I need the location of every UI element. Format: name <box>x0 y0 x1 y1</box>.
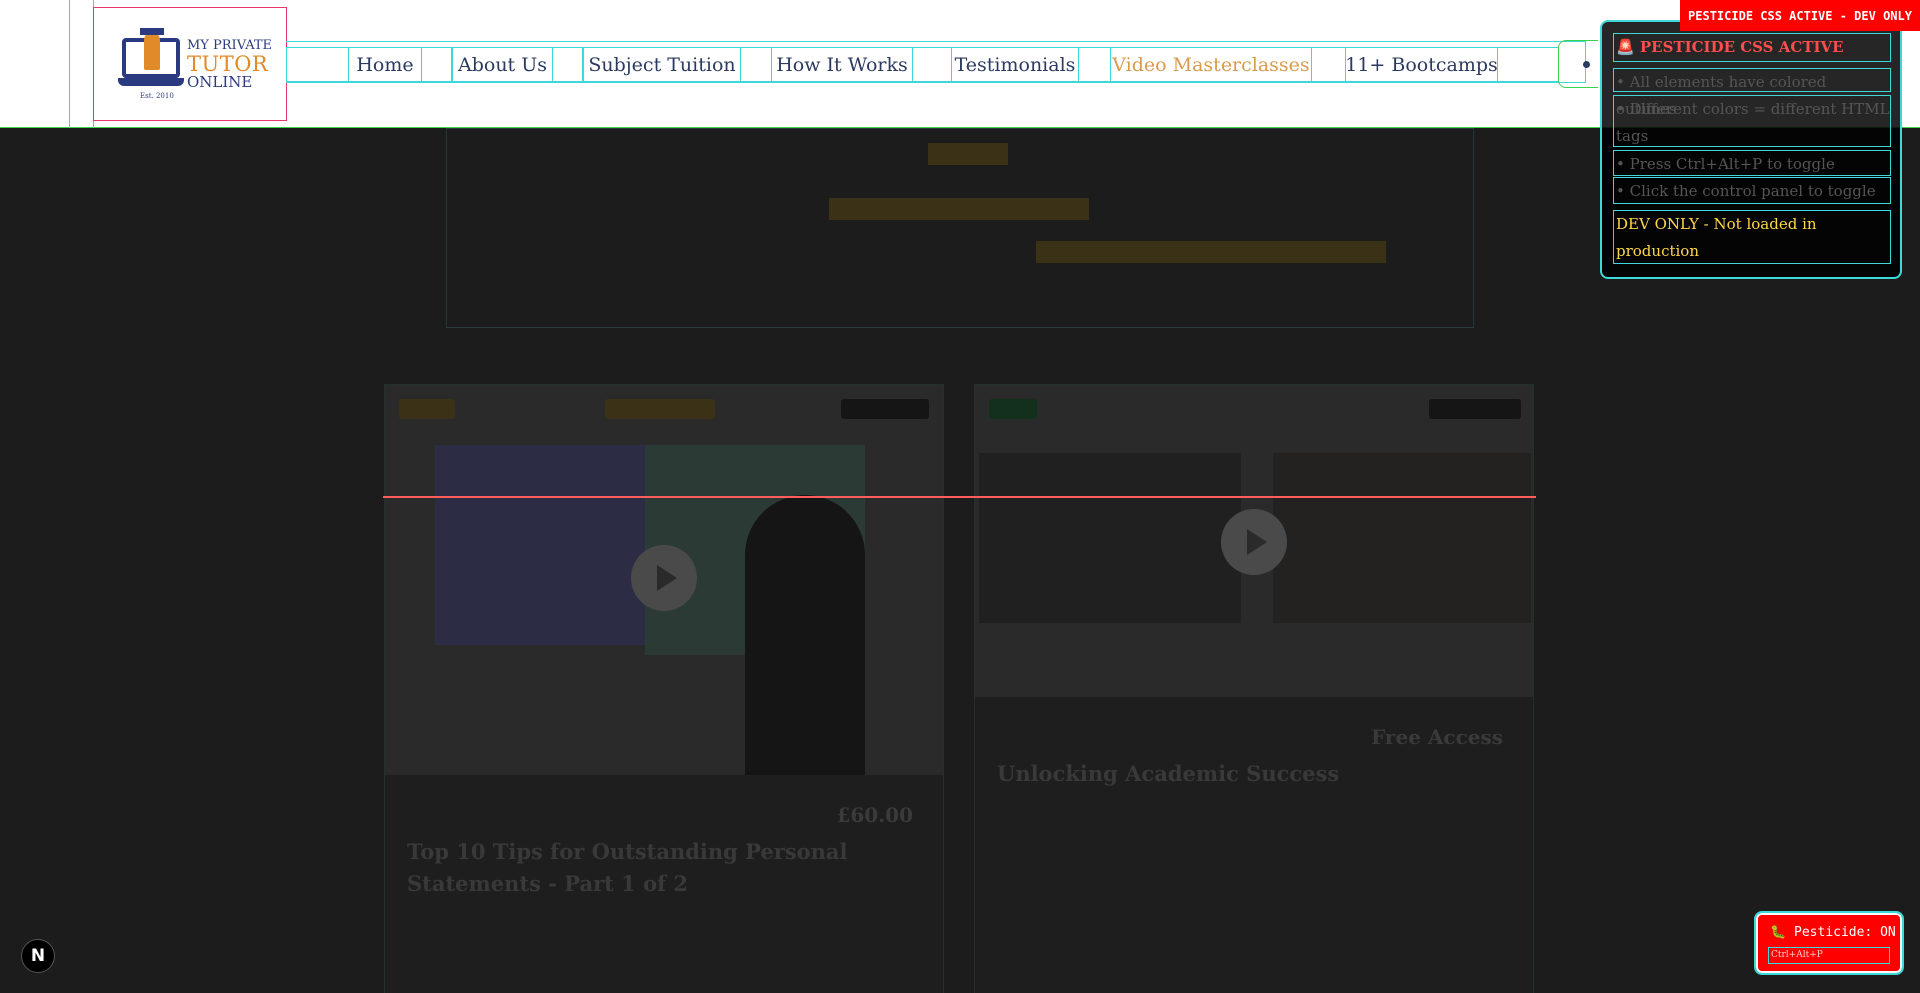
intro-section <box>446 128 1474 328</box>
nav-how-it-works[interactable]: How It Works <box>771 47 913 82</box>
nav-spacer <box>1078 47 1111 82</box>
login-button[interactable] <box>1558 40 1598 88</box>
nextjs-dev-badge[interactable]: N <box>21 939 55 973</box>
nav-home[interactable]: Home <box>348 47 422 82</box>
highlight <box>928 143 1009 165</box>
debug-outline <box>69 0 70 128</box>
logo-text-line3: ONLINE <box>187 73 253 91</box>
category-tag <box>399 399 455 419</box>
nav-spacer <box>1311 47 1346 82</box>
intro-text <box>447 139 1475 167</box>
video-frame <box>979 453 1241 623</box>
nav-testimonials[interactable]: Testimonials <box>951 47 1079 82</box>
pesticide-banner: PESTICIDE CSS ACTIVE - DEV ONLY <box>1680 0 1920 31</box>
nav-spacer <box>286 47 349 82</box>
toggle-shortcut: Ctrl+Alt+P <box>1768 947 1890 964</box>
nav-spacer <box>1497 47 1559 82</box>
duration-tag <box>841 399 929 419</box>
video-frame <box>1273 453 1531 623</box>
site-logo[interactable]: MY PRIVATE TUTOR ONLINE Est. 2010 <box>93 7 287 121</box>
logo-text-line1: MY PRIVATE <box>187 38 273 53</box>
play-icon[interactable] <box>1221 509 1287 575</box>
panel-line: • Different colors = different HTML tags <box>1613 95 1891 147</box>
toggle-label: 🐛 Pesticide: ON <box>1770 925 1896 940</box>
play-icon[interactable] <box>631 545 697 611</box>
card-price: Free Access <box>1371 725 1503 749</box>
nav-spacer <box>421 47 452 82</box>
dev-only-note: DEV ONLY - Not loaded in production <box>1613 210 1891 264</box>
panel-line: • All elements have colored outlines <box>1613 68 1891 118</box>
nav-about-us[interactable]: About Us <box>452 47 553 82</box>
presenter-silhouette <box>745 495 865 775</box>
highlight <box>1036 241 1386 263</box>
pesticide-toggle-button[interactable]: 🐛 Pesticide: ON Ctrl+Alt+P <box>1754 911 1904 975</box>
video-thumbnail[interactable] <box>975 385 1533 697</box>
panel-line: • Press Ctrl+Alt+P to toggle <box>1613 150 1891 176</box>
category-tag <box>605 399 715 419</box>
video-thumbnail[interactable] <box>385 385 943 775</box>
card-body: £60.00 Top 10 Tips for Outstanding Perso… <box>407 803 923 900</box>
pesticide-control-panel[interactable]: 🚨 PESTICIDE CSS ACTIVE • All elements ha… <box>1600 20 1902 279</box>
nav-subject-tuition[interactable]: Subject Tuition <box>583 47 741 82</box>
nav-spacer <box>740 47 772 82</box>
masterclass-card[interactable]: Free Access Unlocking Academic Success <box>974 384 1534 993</box>
logo-icon <box>118 28 184 86</box>
category-tag <box>989 399 1037 419</box>
intro-text <box>447 237 1475 265</box>
card-title[interactable]: Top 10 Tips for Outstanding Personal Sta… <box>407 836 923 900</box>
user-icon <box>1583 61 1590 68</box>
panel-line: • Click the control panel to toggle <box>1613 177 1891 204</box>
highlight <box>828 198 1089 220</box>
nav-spacer <box>552 47 583 82</box>
duration-tag <box>1429 399 1521 419</box>
panel-title: 🚨 PESTICIDE CSS ACTIVE <box>1613 33 1891 62</box>
logo-est: Est. 2010 <box>140 92 174 100</box>
masterclass-card[interactable]: £60.00 Top 10 Tips for Outstanding Perso… <box>384 384 944 993</box>
card-price: £60.00 <box>836 803 913 827</box>
card-body: Free Access Unlocking Academic Success <box>997 725 1513 790</box>
debug-outline-line <box>383 496 1536 498</box>
card-title[interactable]: Unlocking Academic Success <box>997 758 1513 790</box>
nav-spacer <box>912 47 952 82</box>
intro-text <box>447 194 1475 222</box>
nav-11-plus-bootcamps[interactable]: 11+ Bootcamps <box>1345 47 1498 82</box>
nav-video-masterclasses[interactable]: Video Masterclasses <box>1110 47 1312 82</box>
